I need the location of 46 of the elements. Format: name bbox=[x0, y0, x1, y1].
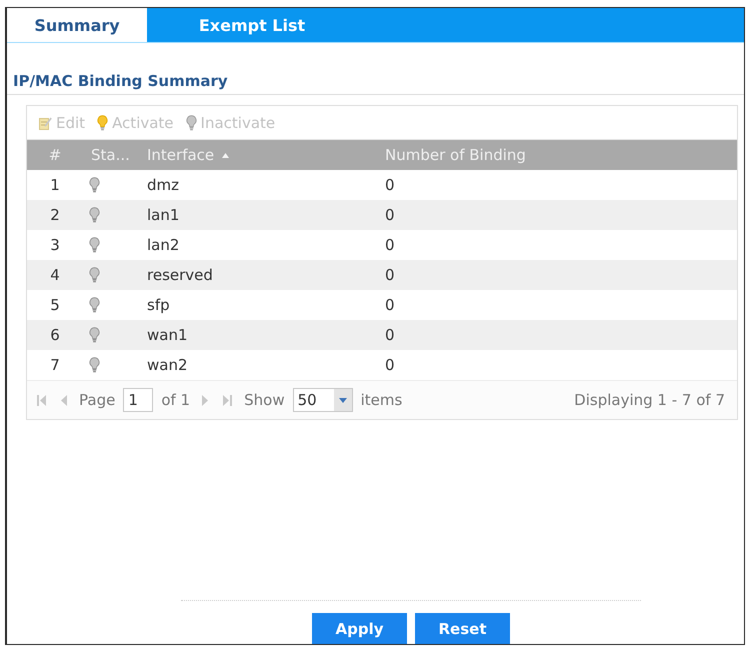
binding-count-cell: 0 bbox=[377, 350, 737, 380]
table-row[interactable]: 3 lan2 0 bbox=[27, 230, 737, 260]
row-number: 2 bbox=[27, 200, 83, 230]
action-button[interactable]: Apply bbox=[312, 613, 407, 644]
page-number-field[interactable]: 1 bbox=[123, 388, 154, 412]
lightbulb-icon bbox=[97, 114, 108, 130]
first-page-icon[interactable] bbox=[37, 394, 47, 406]
binding-count-cell: 0 bbox=[377, 290, 737, 320]
action-button[interactable]: Reset bbox=[415, 613, 510, 644]
row-number: 7 bbox=[27, 350, 83, 380]
row-number: 3 bbox=[27, 230, 83, 260]
section-title: IP/MAC Binding Summary bbox=[13, 72, 228, 90]
next-page-icon[interactable] bbox=[202, 394, 208, 406]
page-size-select[interactable]: 50 bbox=[292, 388, 353, 412]
dropdown-button[interactable] bbox=[334, 389, 352, 411]
caret-down-icon bbox=[338, 398, 347, 402]
row-number: 5 bbox=[27, 290, 83, 320]
table-row[interactable]: 6 wan1 0 bbox=[27, 320, 737, 350]
tab[interactable]: Summary bbox=[7, 8, 147, 42]
sort-ascending-icon bbox=[222, 153, 229, 158]
row-number: 6 bbox=[27, 320, 83, 350]
binding-count-cell: 0 bbox=[377, 170, 737, 200]
previous-page-icon[interactable] bbox=[61, 394, 67, 406]
interface-cell: sfp bbox=[139, 290, 377, 320]
binding-count-cell: 0 bbox=[377, 230, 737, 260]
last-page-icon[interactable] bbox=[222, 394, 232, 406]
interface-cell: wan2 bbox=[139, 350, 377, 380]
page-label: Page bbox=[79, 391, 116, 409]
items-label: items bbox=[360, 391, 402, 409]
table-row[interactable]: 1 dmz 0 bbox=[27, 170, 737, 200]
interface-cell: lan1 bbox=[139, 200, 377, 230]
binding-count-cell: 0 bbox=[377, 320, 737, 350]
interface-cell: dmz bbox=[139, 170, 377, 200]
interface-cell: lan2 bbox=[139, 230, 377, 260]
interface-cell: reserved bbox=[139, 260, 377, 290]
row-number: 4 bbox=[27, 260, 83, 290]
row-number: 1 bbox=[27, 170, 83, 200]
table-row[interactable]: 5 sfp 0 bbox=[27, 290, 737, 320]
binding-count-cell: 0 bbox=[377, 200, 737, 230]
page-total: of 1 bbox=[161, 391, 190, 409]
edit-icon bbox=[39, 116, 52, 130]
display-count: Displaying 1 - 7 of 7 bbox=[574, 391, 725, 409]
binding-count-cell: 0 bbox=[377, 260, 737, 290]
interface-cell: wan1 bbox=[139, 320, 377, 350]
lightbulb-icon bbox=[186, 114, 197, 130]
show-label: Show bbox=[244, 391, 285, 409]
